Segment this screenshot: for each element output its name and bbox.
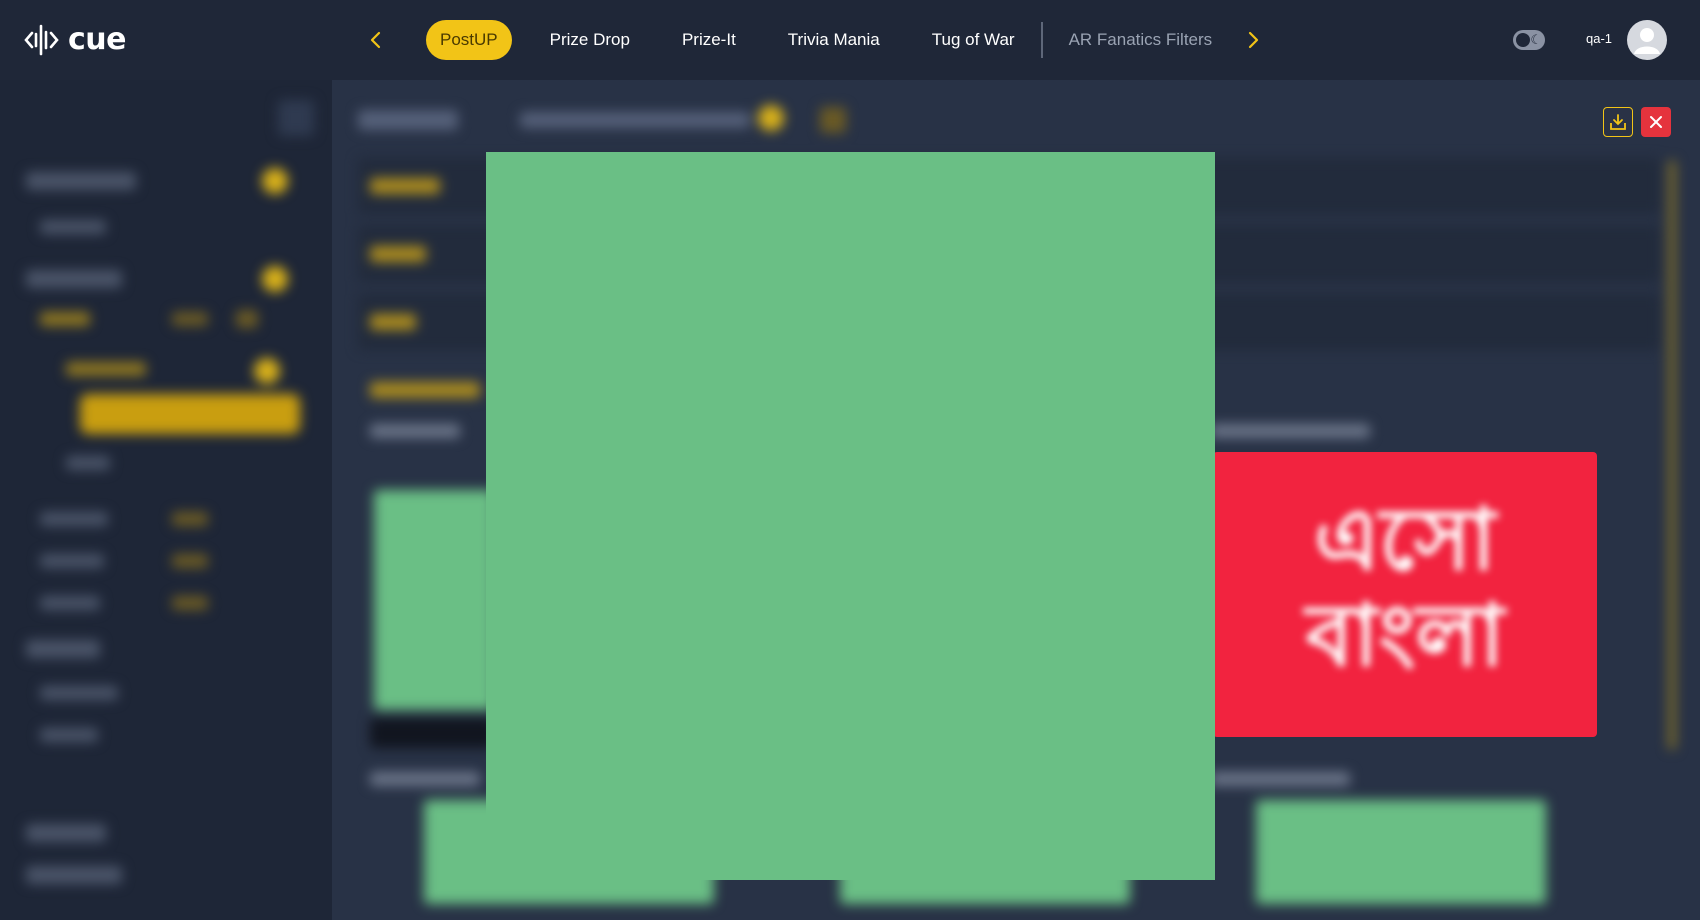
nav-prev-button[interactable] bbox=[360, 24, 392, 56]
sidebar-item[interactable] bbox=[40, 686, 118, 700]
sidebar-item bbox=[172, 596, 208, 610]
sidebar-item[interactable] bbox=[40, 220, 106, 234]
accordion-label bbox=[370, 314, 416, 330]
panel-badge bbox=[758, 105, 784, 131]
nav-next-button[interactable] bbox=[1237, 24, 1269, 56]
sidebar-item bbox=[236, 310, 258, 328]
filter-preview-artwork: এসো বাংলা bbox=[1305, 490, 1505, 686]
sidebar-item[interactable] bbox=[40, 512, 108, 526]
sidebar-item[interactable] bbox=[26, 824, 106, 842]
image-thumbnail[interactable] bbox=[1256, 800, 1546, 904]
brand-logo[interactable]: cue bbox=[24, 22, 127, 58]
sidebar-badge bbox=[254, 358, 280, 384]
close-icon bbox=[1650, 116, 1662, 128]
sidebar-item[interactable] bbox=[66, 362, 146, 376]
panel-subtitle bbox=[520, 112, 750, 128]
toggle-knob bbox=[1516, 33, 1530, 47]
tab-prize-it[interactable]: Prize-It bbox=[656, 20, 762, 60]
tab-trivia-mania[interactable]: Trivia Mania bbox=[762, 20, 906, 60]
sidebar-item[interactable] bbox=[40, 312, 90, 326]
sidebar-item[interactable] bbox=[40, 554, 104, 568]
sidebar-item[interactable] bbox=[26, 866, 122, 884]
field-label bbox=[370, 772, 480, 786]
tab-prize-drop[interactable]: Prize Drop bbox=[524, 20, 656, 60]
sidebar-collapse-button[interactable] bbox=[278, 100, 314, 136]
waveform-logo-icon bbox=[24, 24, 59, 56]
filter-preview-card[interactable]: এসো বাংলা bbox=[1213, 452, 1597, 737]
theme-toggle[interactable]: ☾ bbox=[1513, 30, 1545, 50]
moon-icon: ☾ bbox=[1530, 32, 1542, 47]
top-bar: cue PostUP Prize Drop Prize-It Trivia Ma… bbox=[0, 0, 1700, 80]
sidebar-item bbox=[172, 312, 208, 326]
sidebar-item bbox=[172, 554, 208, 568]
sidebar-item[interactable] bbox=[40, 728, 98, 742]
accordion-label bbox=[370, 178, 440, 194]
thumbnail-caption bbox=[370, 718, 494, 748]
chevron-right-icon bbox=[1248, 31, 1259, 49]
sidebar-item bbox=[172, 512, 208, 526]
panel-icon bbox=[820, 107, 846, 133]
close-button[interactable] bbox=[1641, 107, 1671, 137]
sidebar-item[interactable] bbox=[26, 270, 122, 288]
chevron-left-icon bbox=[370, 31, 381, 49]
sidebar-badge bbox=[262, 266, 288, 292]
tab-tug-of-war[interactable]: Tug of War bbox=[906, 20, 1041, 60]
sidebar-item[interactable] bbox=[66, 456, 110, 470]
save-button[interactable] bbox=[1603, 107, 1633, 137]
sidebar-item[interactable] bbox=[40, 596, 100, 610]
field-label bbox=[1210, 772, 1350, 786]
redaction-block bbox=[486, 152, 1215, 880]
username-label: qa-1 bbox=[1586, 31, 1613, 46]
sidebar-item-selected[interactable] bbox=[80, 394, 300, 434]
user-avatar-icon[interactable] bbox=[1627, 20, 1667, 60]
download-tray-icon bbox=[1610, 114, 1626, 130]
sidebar-badge bbox=[262, 168, 288, 194]
panel-title bbox=[358, 110, 458, 130]
tab-postup[interactable]: PostUP bbox=[426, 20, 512, 60]
field-label bbox=[370, 424, 460, 438]
brand-name: cue bbox=[68, 22, 127, 57]
sidebar-item[interactable] bbox=[26, 640, 100, 658]
panel-scrollbar[interactable] bbox=[1668, 160, 1676, 750]
accordion-label bbox=[370, 382, 480, 398]
tab-ar-fanatics-filters[interactable]: AR Fanatics Filters bbox=[1043, 20, 1239, 60]
field-label bbox=[1210, 424, 1370, 438]
sidebar-item[interactable] bbox=[26, 172, 136, 190]
accordion-label bbox=[370, 246, 426, 262]
sidebar bbox=[0, 80, 332, 920]
image-thumbnail[interactable] bbox=[374, 490, 494, 710]
game-tabs: PostUP Prize Drop Prize-It Trivia Mania … bbox=[426, 20, 1238, 60]
